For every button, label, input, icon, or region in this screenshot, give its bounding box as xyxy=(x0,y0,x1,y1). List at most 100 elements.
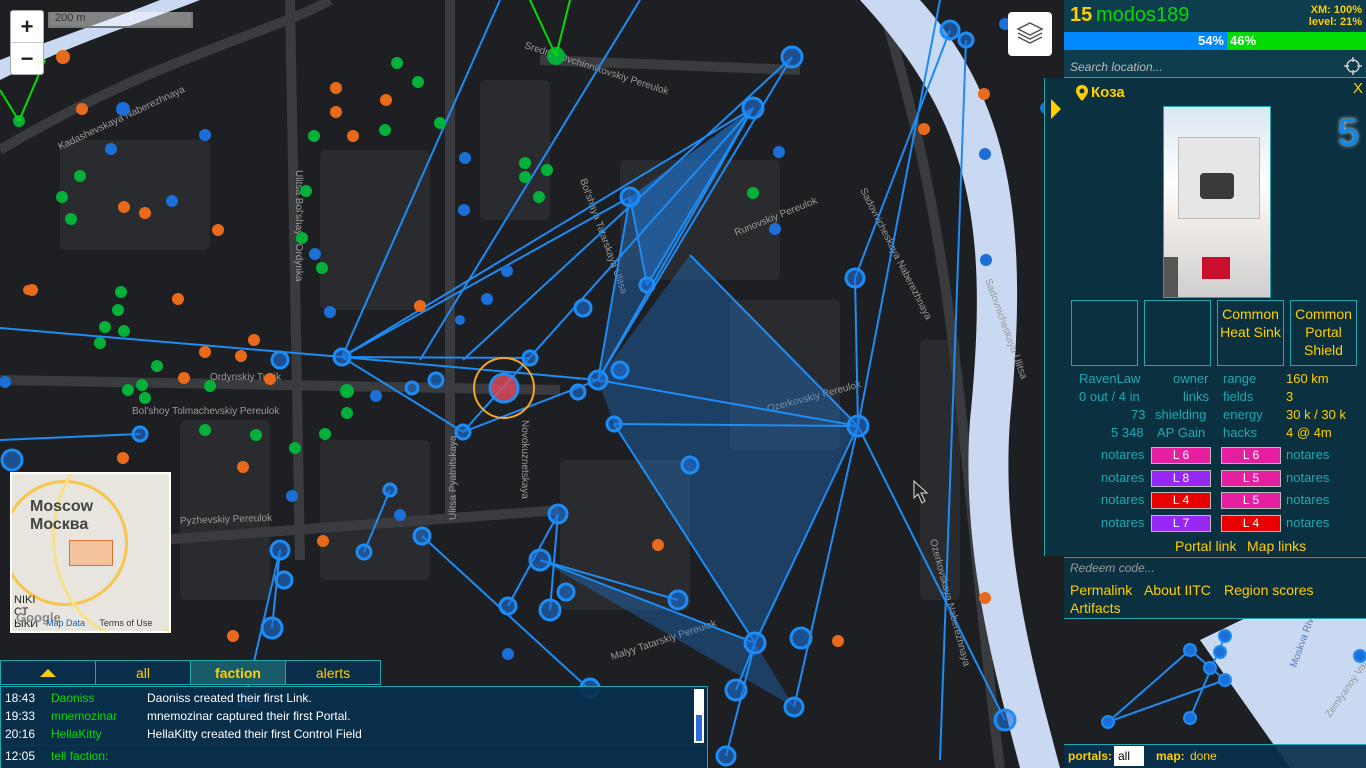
tab-alerts[interactable]: alerts xyxy=(285,660,381,685)
resonator-level: L 5 xyxy=(1221,469,1281,487)
player-xm: XM: 100% level: 21% xyxy=(1309,4,1362,28)
sidebar-toggle[interactable] xyxy=(1045,78,1065,142)
redeem-input[interactable] xyxy=(1068,560,1352,576)
artifacts-link[interactable]: Artifacts xyxy=(1070,600,1121,616)
chat-message: 18:43 Daoniss Daoniss created their firs… xyxy=(1,688,691,706)
minimap-viewport[interactable] xyxy=(69,540,113,566)
tab-all[interactable]: all xyxy=(95,660,191,685)
mod-portal-shield: Common Portal Shield xyxy=(1290,300,1357,366)
stat-fields-key: fields xyxy=(1223,389,1254,404)
player-stats: 15 modos189 XM: 100% level: 21% 54% 46% xyxy=(1064,0,1366,56)
update-status: portals: all map: done xyxy=(1064,744,1366,768)
portal-image-sculpture xyxy=(1200,173,1234,199)
region-scores-link[interactable]: Region scores xyxy=(1224,582,1314,598)
faction-score-bar: 54% 46% xyxy=(1064,32,1366,50)
portal-title: Коза xyxy=(1091,84,1125,101)
terms-of-use-link[interactable]: Terms of Use xyxy=(99,618,152,628)
stat-fields-value: 3 xyxy=(1286,389,1294,404)
stat-range-key: range xyxy=(1223,371,1257,386)
chat-user[interactable]: Daoniss xyxy=(51,691,94,705)
resonator-level: L 6 xyxy=(1151,447,1211,464)
chat-text: HellaKitty created their first Control F… xyxy=(147,727,362,741)
stat-owner-value[interactable]: RavenLaw xyxy=(1079,371,1140,386)
minimap-city-ru: Москва xyxy=(30,516,89,533)
minimap-attribution: Map Data Terms of Use xyxy=(46,618,164,628)
stat-row: RavenLaw owner range 160 km xyxy=(1071,371,1365,389)
stat-row: 0 out / 4 in links fields 3 xyxy=(1071,389,1365,407)
chat-user[interactable]: HellaKitty xyxy=(51,727,102,741)
map-links-link[interactable]: Map links xyxy=(1247,538,1306,554)
stat-ap-value: 5 348 xyxy=(1111,425,1144,440)
chat-time: 20:16 xyxy=(5,727,36,741)
chat-text: mnemozinar captured their first Portal. xyxy=(147,709,351,723)
stat-row: 5 348 AP Gain hacks 4 @ 4m xyxy=(1071,425,1365,443)
stat-range-value: 160 km xyxy=(1286,371,1329,386)
map-status-label: map: xyxy=(1156,749,1185,763)
toolbox: Permalink About IITC Region scores Artif… xyxy=(1064,580,1366,619)
portal-image-pole xyxy=(1164,257,1178,297)
mod-heat-sink: Common Heat Sink xyxy=(1217,300,1284,366)
portal-details: Коза X 5 Common Heat Sink Common Portal … xyxy=(1044,78,1366,556)
resonator-level: L 4 xyxy=(1221,514,1281,532)
stat-shielding-key: shielding xyxy=(1155,407,1207,422)
minimap[interactable]: Moscow Москва NIKI СТ ЫКИ Google Map Data … xyxy=(10,472,171,633)
resonator-level: L 5 xyxy=(1221,492,1281,509)
street-label: Bol'shoy Tolmachevskiy Pereulok xyxy=(132,406,280,417)
chat-tabs: all faction alerts xyxy=(0,660,381,686)
chat-expand-button[interactable] xyxy=(0,660,96,685)
chat-user[interactable]: mnemozinar xyxy=(51,709,117,723)
layers-button[interactable] xyxy=(1008,12,1052,56)
portal-link[interactable]: Portal link xyxy=(1175,538,1236,554)
chat-input-bar[interactable]: 12:05 tell faction: xyxy=(0,745,708,768)
sidebar: 15 modos189 XM: 100% level: 21% 54% 46% … xyxy=(1044,0,1366,768)
tab-faction[interactable]: faction xyxy=(190,660,286,685)
resonator-owner: notares xyxy=(1286,492,1330,507)
resonator-level: L 6 xyxy=(1221,447,1281,464)
stat-links-value: 0 out / 4 in xyxy=(1079,389,1140,404)
locate-icon[interactable] xyxy=(1344,57,1362,75)
stat-energy-key: energy xyxy=(1223,407,1263,422)
map-pin-icon[interactable] xyxy=(1075,84,1089,102)
zoom-in-button[interactable]: + xyxy=(11,11,43,43)
close-button[interactable]: X xyxy=(1353,80,1363,97)
resonator-owner: notares xyxy=(1101,447,1145,462)
about-iitc-link[interactable]: About IITC xyxy=(1144,582,1211,598)
resonator-owner: notares xyxy=(1286,514,1330,530)
layers-icon xyxy=(1016,22,1044,44)
permalink-link[interactable]: Permalink xyxy=(1070,582,1132,598)
street-label: Ulitsa Pyatnitskaya xyxy=(448,435,459,520)
search-bar xyxy=(1064,55,1366,78)
chat-text: Daoniss created their first Link. xyxy=(147,691,312,705)
redeem-bar xyxy=(1064,557,1366,581)
resonator-owner: notares xyxy=(1101,469,1145,485)
mod-slot-empty xyxy=(1071,300,1138,366)
zoom-control: + − xyxy=(10,10,44,75)
stat-ap-key: AP Gain xyxy=(1157,425,1206,440)
portal-image[interactable] xyxy=(1163,106,1271,298)
resonator-row: notares L 6 L 6 notares xyxy=(1071,445,1365,468)
resonator-level: L 7 xyxy=(1151,514,1211,532)
resonator-level: L 4 xyxy=(1151,492,1211,509)
chat-scrollbar[interactable] xyxy=(694,689,704,743)
player-name: modos189 xyxy=(1096,4,1190,26)
xm-percent: XM: 100% xyxy=(1310,4,1362,16)
resonator-owner: notares xyxy=(1101,514,1145,530)
search-input[interactable] xyxy=(1068,57,1342,77)
portals-status-label: portals: xyxy=(1068,749,1113,763)
chat-message: 20:16 HellaKitty HellaKitty created thei… xyxy=(1,724,691,742)
portal-mods: Common Heat Sink Common Portal Shield xyxy=(1071,300,1365,368)
stat-shielding-value: 73 xyxy=(1131,407,1146,422)
chat-scroll-thumb[interactable] xyxy=(696,715,702,741)
chat-input-time: 12:05 xyxy=(5,749,36,763)
street-label: Novokuznetskaya xyxy=(519,420,530,499)
map-data-link[interactable]: Map Data xyxy=(46,618,85,628)
resonator-row: notares L 8 L 5 notares xyxy=(1071,468,1365,491)
stat-owner-key: owner xyxy=(1173,371,1209,386)
player-level: 15 xyxy=(1070,4,1093,26)
chevron-right-icon xyxy=(1051,99,1061,119)
portals-status-value: all xyxy=(1114,746,1144,766)
chat-log[interactable]: 18:43 Daoniss Daoniss created their firs… xyxy=(0,686,708,746)
mod-slot-empty xyxy=(1144,300,1211,366)
portal-image-sign xyxy=(1202,257,1230,279)
zoom-out-button[interactable]: − xyxy=(11,43,43,74)
